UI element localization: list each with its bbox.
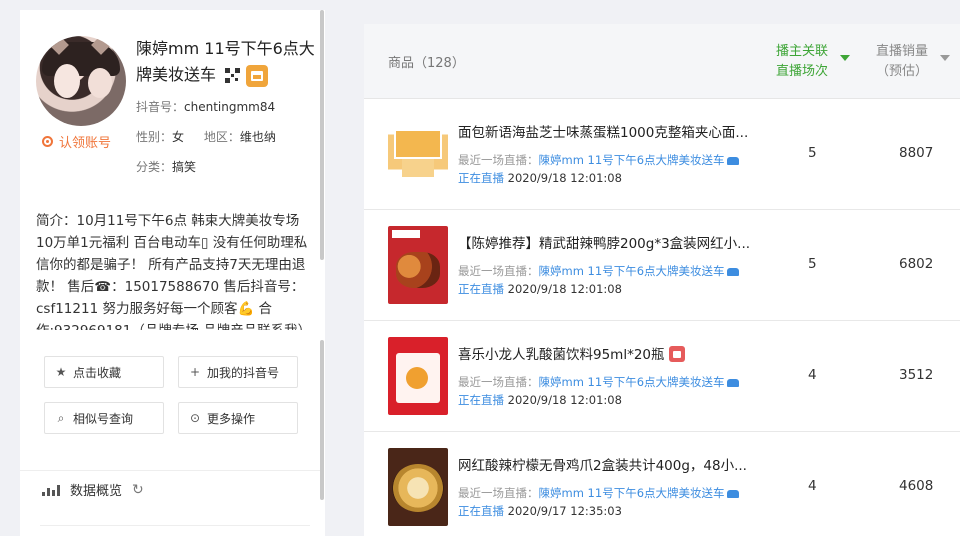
last-live-link[interactable]: 陳婷mm 11号下午6点大牌美妆送车: [539, 375, 725, 389]
car-icon: [726, 268, 739, 276]
douyin-id-row: 抖音号：chentingmm84: [136, 100, 276, 114]
sort-down-icon: [840, 55, 850, 61]
live-count: 5: [808, 145, 817, 161]
similar-search-button[interactable]: ⌕ 相似号查询: [44, 402, 164, 434]
claim-label: 认领账号: [59, 136, 112, 151]
live-count: 5: [808, 256, 817, 272]
category: 搞笑: [172, 160, 197, 174]
live-now-badge: 正在直播: [458, 282, 504, 296]
live-status-line: 正在直播 2020/9/18 12:01:08: [458, 392, 622, 408]
profile-intro: 简介：10月11号下午6点 韩束大牌美妆专场 10万单1元福利 百台电动车▯ 没…: [36, 213, 311, 330]
category-row: 分类：搞笑: [136, 160, 197, 174]
sales-value: 8807: [899, 145, 934, 161]
car-icon: [726, 379, 739, 387]
last-live-line: 最近一场直播：陳婷mm 11号下午6点大牌美妆送车: [458, 485, 739, 501]
product-thumbnail[interactable]: [388, 226, 448, 304]
refresh-icon[interactable]: ↻: [132, 482, 144, 498]
product-title[interactable]: 喜乐小龙人乳酸菌饮料95ml*20瓶: [458, 343, 758, 363]
more-actions-button[interactable]: ⊙ 更多操作: [178, 402, 298, 434]
product-thumbnail[interactable]: [388, 448, 448, 526]
claim-icon: [42, 136, 53, 147]
more-icon: ⊙: [189, 411, 201, 425]
table-header: 商品（128） 播主关联 直播场次 直播销量 （预估）: [364, 24, 960, 99]
last-live-line: 最近一场直播：陳婷mm 11号下午6点大牌美妆送车: [458, 374, 739, 390]
car-icon: [726, 157, 739, 165]
table-row[interactable]: 网红酸辣柠檬无骨鸡爪2盒装共计400g，48小... 最近一场直播：陳婷mm 1…: [364, 432, 960, 536]
live-time: 2020/9/18 12:01:08: [507, 171, 622, 185]
divider: [20, 470, 320, 471]
gender-region-row: 性别：女 地区：维也纳: [136, 130, 276, 144]
sort-down-icon: [940, 55, 950, 61]
account-name: 陳婷mm 11号下午6点大牌美妆送车: [136, 36, 316, 88]
shop-icon[interactable]: [668, 346, 685, 362]
claim-account-link[interactable]: 认领账号: [42, 132, 111, 151]
goods-table: 商品（128） 播主关联 直播场次 直播销量 （预估） 面包新语海盐芝士味蒸蛋糕…: [364, 24, 960, 536]
live-count-header[interactable]: 播主关联 直播场次: [776, 42, 850, 82]
live-time: 2020/9/18 12:01:08: [507, 393, 622, 407]
live-status-line: 正在直播 2020/9/17 12:35:03: [458, 503, 622, 519]
profile-panel: 认领账号 陳婷mm 11号下午6点大牌美妆送车 抖音号：chentingmm84…: [20, 10, 325, 536]
plus-icon: +: [189, 365, 201, 379]
sales-value: 4608: [899, 478, 934, 494]
table-row[interactable]: 面包新语海盐芝士味蒸蛋糕1000克整箱夹心面... 最近一场直播：陳婷mm 11…: [364, 99, 960, 210]
live-count: 4: [808, 478, 817, 494]
live-now-badge: 正在直播: [458, 504, 504, 518]
sales-value: 6802: [899, 256, 934, 272]
data-overview-label: 数据概览: [70, 484, 123, 499]
shop-icon[interactable]: [246, 64, 269, 87]
favorite-button[interactable]: ★ 点击收藏: [44, 356, 164, 388]
sales-header[interactable]: 直播销量 （预估）: [876, 42, 950, 82]
product-title[interactable]: 面包新语海盐芝士味蒸蛋糕1000克整箱夹心面...: [458, 121, 758, 141]
scrollbar-thumb[interactable]: [320, 10, 324, 260]
live-status-line: 正在直播 2020/9/18 12:01:08: [458, 281, 622, 297]
last-live-line: 最近一场直播：陳婷mm 11号下午6点大牌美妆送车: [458, 152, 739, 168]
live-status-line: 正在直播 2020/9/18 12:01:08: [458, 170, 622, 186]
search-icon: ⌕: [57, 410, 65, 425]
qr-code-icon[interactable]: [225, 68, 241, 83]
last-live-line: 最近一场直播：陳婷mm 11号下午6点大牌美妆送车: [458, 263, 739, 279]
live-time: 2020/9/17 12:35:03: [507, 504, 622, 518]
product-thumbnail[interactable]: [388, 115, 448, 193]
live-now-badge: 正在直播: [458, 171, 504, 185]
divider: [40, 525, 310, 526]
data-overview-header[interactable]: 数据概览 ↻: [42, 480, 144, 499]
table-row[interactable]: 喜乐小龙人乳酸菌饮料95ml*20瓶 最近一场直播：陳婷mm 11号下午6点大牌…: [364, 321, 960, 432]
douyin-id: chentingmm84: [184, 100, 276, 114]
live-count: 4: [808, 367, 817, 383]
sales-value: 3512: [899, 367, 934, 383]
add-douyin-button[interactable]: + 加我的抖音号: [178, 356, 298, 388]
table-row[interactable]: 【陈婷推荐】精武甜辣鸭脖200g*3盒装网红小... 最近一场直播：陳婷mm 1…: [364, 210, 960, 321]
last-live-link[interactable]: 陳婷mm 11号下午6点大牌美妆送车: [539, 486, 725, 500]
product-title[interactable]: 【陈婷推荐】精武甜辣鸭脖200g*3盒装网红小...: [458, 232, 758, 252]
car-icon: [726, 490, 739, 498]
star-icon: ★: [55, 365, 67, 379]
live-now-badge: 正在直播: [458, 393, 504, 407]
avatar[interactable]: [36, 36, 126, 126]
chart-icon: [42, 484, 60, 496]
region: 维也纳: [239, 130, 276, 144]
scrollbar-thumb-secondary[interactable]: [320, 340, 324, 500]
product-thumbnail[interactable]: [388, 337, 448, 415]
product-title[interactable]: 网红酸辣柠檬无骨鸡爪2盒装共计400g，48小...: [458, 454, 758, 474]
goods-header: 商品（128）: [388, 56, 465, 71]
last-live-link[interactable]: 陳婷mm 11号下午6点大牌美妆送车: [539, 264, 725, 278]
last-live-link[interactable]: 陳婷mm 11号下午6点大牌美妆送车: [539, 153, 725, 167]
live-time: 2020/9/18 12:01:08: [507, 282, 622, 296]
gender: 女: [172, 130, 185, 144]
